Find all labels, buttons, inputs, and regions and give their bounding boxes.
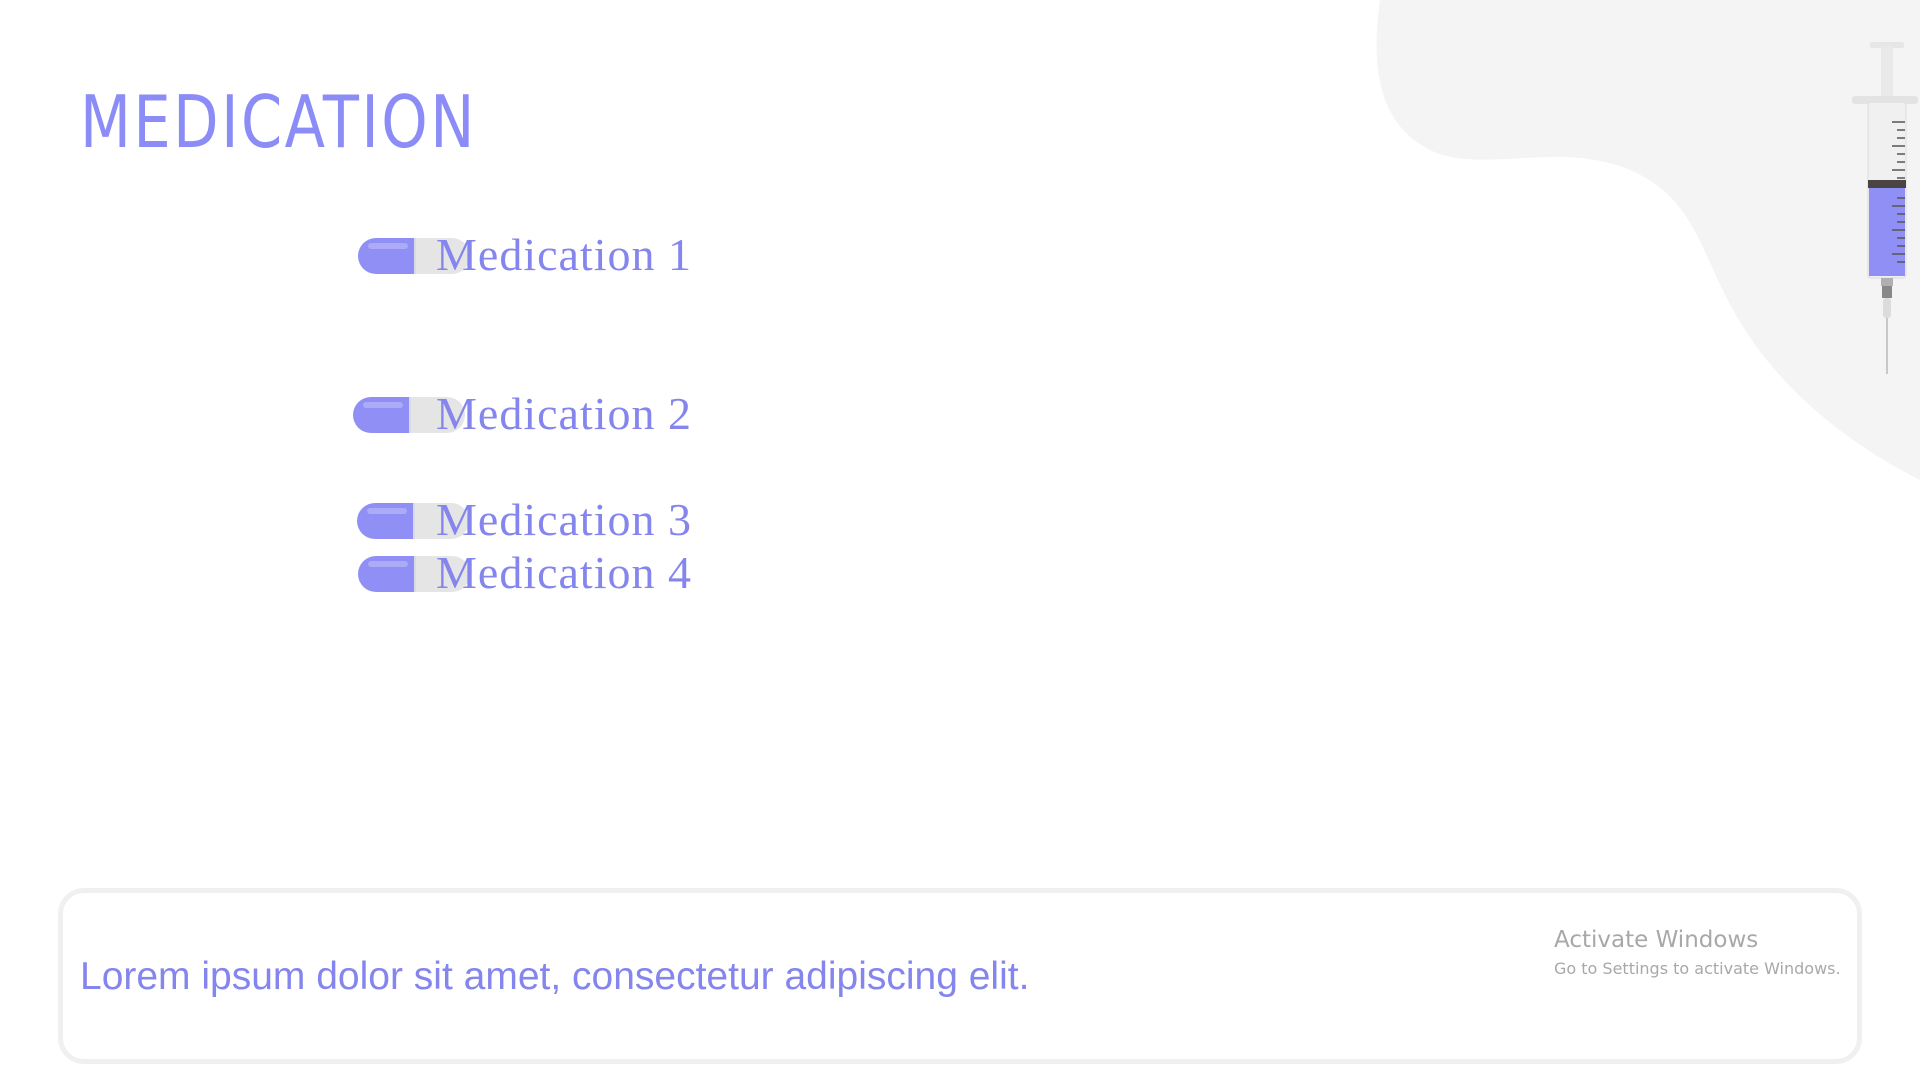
medication-label: Medication 4 bbox=[436, 547, 692, 598]
body-text: Lorem ipsum dolor sit amet, consectetur … bbox=[80, 955, 1030, 998]
medication-label: Medication 2 bbox=[436, 388, 692, 439]
activate-windows-watermark: Activate Windows Go to Settings to activ… bbox=[1554, 924, 1841, 982]
medication-label: Medication 1 bbox=[436, 229, 692, 280]
activate-subtitle: Go to Settings to activate Windows. bbox=[1554, 959, 1841, 978]
medication-label: Medication 3 bbox=[436, 494, 692, 545]
slide: MEDICATION Medication 1 Medication 2 Med… bbox=[0, 0, 1920, 1080]
slide-title: MEDICATION bbox=[80, 80, 477, 164]
activate-title: Activate Windows bbox=[1554, 927, 1759, 953]
syringe-icon bbox=[1852, 42, 1918, 374]
